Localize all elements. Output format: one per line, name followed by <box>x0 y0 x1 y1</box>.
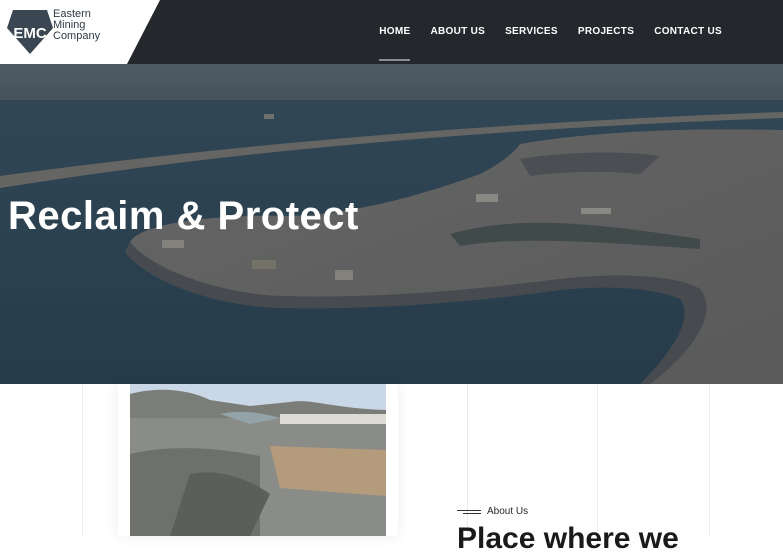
about-section: About Us Place where we <box>0 384 783 555</box>
about-us-text: About Us <box>487 506 529 517</box>
divider-line <box>597 384 598 536</box>
logo-wordmark: Eastern Mining Company <box>53 9 100 42</box>
nav-home[interactable]: HOME <box>379 0 411 64</box>
logo-mark: EMC <box>13 25 47 42</box>
nav-projects[interactable]: PROJECTS <box>578 0 634 64</box>
hero-title: Reclaim & Protect <box>8 194 359 238</box>
divider-line <box>82 384 83 536</box>
nav-about-us[interactable]: ABOUT US <box>430 0 485 64</box>
logo-line-3: Company <box>53 30 101 42</box>
about-us-label: About Us <box>457 506 528 517</box>
about-heading: Place where we <box>457 522 679 555</box>
quarry-photo <box>130 384 386 536</box>
shield-logo-icon: EMC <box>7 10 53 54</box>
nav-contact-us[interactable]: CONTACT US <box>654 0 722 64</box>
about-image-card <box>118 384 398 536</box>
hero-banner: Reclaim & Protect <box>0 64 783 384</box>
site-header: EMC Eastern Mining Company HOME ABOUT US… <box>0 0 783 64</box>
double-line-icon <box>457 509 481 515</box>
divider-line <box>709 384 710 536</box>
nav-services[interactable]: SERVICES <box>505 0 558 64</box>
logo-area[interactable]: EMC Eastern Mining Company <box>0 0 160 64</box>
main-nav: HOME ABOUT US SERVICES PROJECTS CONTACT … <box>379 0 722 64</box>
